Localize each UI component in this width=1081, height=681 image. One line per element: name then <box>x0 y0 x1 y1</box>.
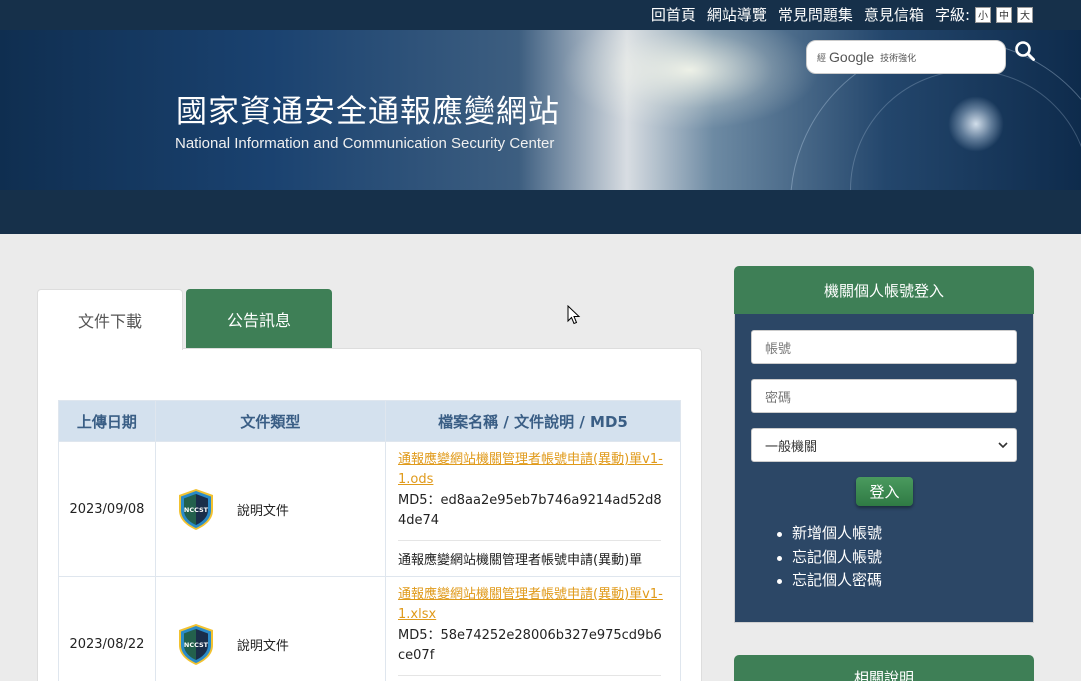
font-size-label: 字級: <box>934 6 970 24</box>
site-title[interactable]: 國家資通安全通報應變網站 <box>176 86 560 131</box>
nccst-shield-icon: NCCST <box>178 624 213 665</box>
file-info-cell: 通報應變網站機關管理者帳號申請(異動)單v1-1.xlsx MD5：58e742… <box>385 576 681 681</box>
search-input[interactable]: 經 Google 技術強化 <box>806 40 1006 74</box>
faq-link[interactable]: 常見問題集 <box>778 4 853 25</box>
md5-hash: MD5：ed8aa2e95eb7b746a9214ad52d84de74 <box>398 493 662 528</box>
forgot-password-link[interactable]: 忘記個人密碼 <box>775 569 882 593</box>
column-header-type: 文件類型 <box>154 400 387 442</box>
document-type-label: 說明文件 <box>236 638 289 654</box>
organization-type-value: 一般機關 <box>765 439 818 455</box>
tab-document-download[interactable]: 文件下載 <box>37 289 183 350</box>
search-brand-prefix: 經 <box>817 53 827 64</box>
file-description <box>398 675 662 681</box>
banner-glow <box>560 30 820 130</box>
documents-table: 上傳日期 文件類型 檔案名稱 / 文件說明 / MD5 2023/09/08 N… <box>58 400 681 681</box>
register-account-link[interactable]: 新增個人帳號 <box>775 522 882 546</box>
table-row: 2023/09/08 NCCST 說明文件 通報應變網站機關管理者帳號申請(異動… <box>58 441 681 577</box>
table-row: 2023/08/22 NCCST 說明文件 通報應變網站機關管理者帳號申請(異動… <box>58 576 681 681</box>
font-medium-button[interactable]: 中 <box>996 6 1012 23</box>
mouse-cursor-icon <box>567 305 581 325</box>
font-large-button[interactable]: 大 <box>1017 6 1033 23</box>
top-bar: 回首頁 網站導覽 常見問題集 意見信箱 字級: 小 中 大 <box>0 0 1081 30</box>
file-info-cell: 通報應變網站機關管理者帳號申請(異動)單v1-1.ods MD5：ed8aa2e… <box>385 441 681 577</box>
banner-light-decoration <box>948 96 1004 152</box>
header-banner: 國家資通安全通報應變網站 National Information and Co… <box>0 30 1081 190</box>
main-nav-bar <box>0 190 1081 234</box>
badge-text: NCCST <box>184 641 209 649</box>
column-header-file: 檔案名稱 / 文件說明 / MD5 <box>385 400 681 442</box>
document-type-label: 說明文件 <box>236 503 289 519</box>
password-input[interactable]: 密碼 <box>751 379 1017 413</box>
file-description: 通報應變網站機關管理者帳號申請(異動)單 <box>398 540 662 568</box>
document-type-cell: NCCST 說明文件 <box>154 576 387 681</box>
document-type-cell: NCCST 說明文件 <box>154 441 387 577</box>
feedback-link[interactable]: 意見信箱 <box>864 4 924 25</box>
nccst-shield-icon: NCCST <box>178 489 213 530</box>
account-input[interactable]: 帳號 <box>751 330 1017 364</box>
login-button[interactable]: 登入 <box>856 477 913 506</box>
file-download-link[interactable]: 通報應變網站機關管理者帳號申請(異動)單v1-1.ods <box>398 450 668 490</box>
sitemap-link[interactable]: 網站導覽 <box>707 4 767 25</box>
search-icon[interactable] <box>1014 40 1036 62</box>
chevron-down-icon <box>998 441 1008 448</box>
login-panel: 帳號 密碼 一般機關 登入 新增個人帳號 忘記個人帳號 忘記個人密碼 <box>734 314 1034 623</box>
home-link[interactable]: 回首頁 <box>651 4 696 25</box>
file-download-link[interactable]: 通報應變網站機關管理者帳號申請(異動)單v1-1.xlsx <box>398 585 668 625</box>
font-small-button[interactable]: 小 <box>975 6 991 23</box>
organization-type-select[interactable]: 一般機關 <box>751 428 1017 462</box>
font-size-control: 字級: 小 中 大 <box>935 4 1033 25</box>
md5-hash: MD5：58e74252e28006b327e975cd9b6ce07f <box>398 628 662 663</box>
account-links: 新增個人帳號 忘記個人帳號 忘記個人密碼 <box>775 522 882 593</box>
table-header-row: 上傳日期 文件類型 檔案名稱 / 文件說明 / MD5 <box>58 400 681 442</box>
upload-date: 2023/09/08 <box>58 441 156 577</box>
badge-text: NCCST <box>184 506 209 514</box>
column-header-date: 上傳日期 <box>58 400 156 442</box>
tab-announcements[interactable]: 公告訊息 <box>186 289 332 349</box>
login-panel-title: 機關個人帳號登入 <box>734 266 1034 314</box>
top-nav: 回首頁 網站導覽 常見問題集 意見信箱 字級: 小 中 大 <box>651 4 1033 25</box>
search-brand-suffix: 技術強化 <box>880 53 917 64</box>
help-panel-title: 相關說明 <box>734 655 1034 681</box>
google-logo: Google <box>829 49 875 65</box>
upload-date: 2023/08/22 <box>58 576 156 681</box>
site-subtitle: National Information and Communication S… <box>175 135 555 152</box>
forgot-account-link[interactable]: 忘記個人帳號 <box>775 546 882 570</box>
